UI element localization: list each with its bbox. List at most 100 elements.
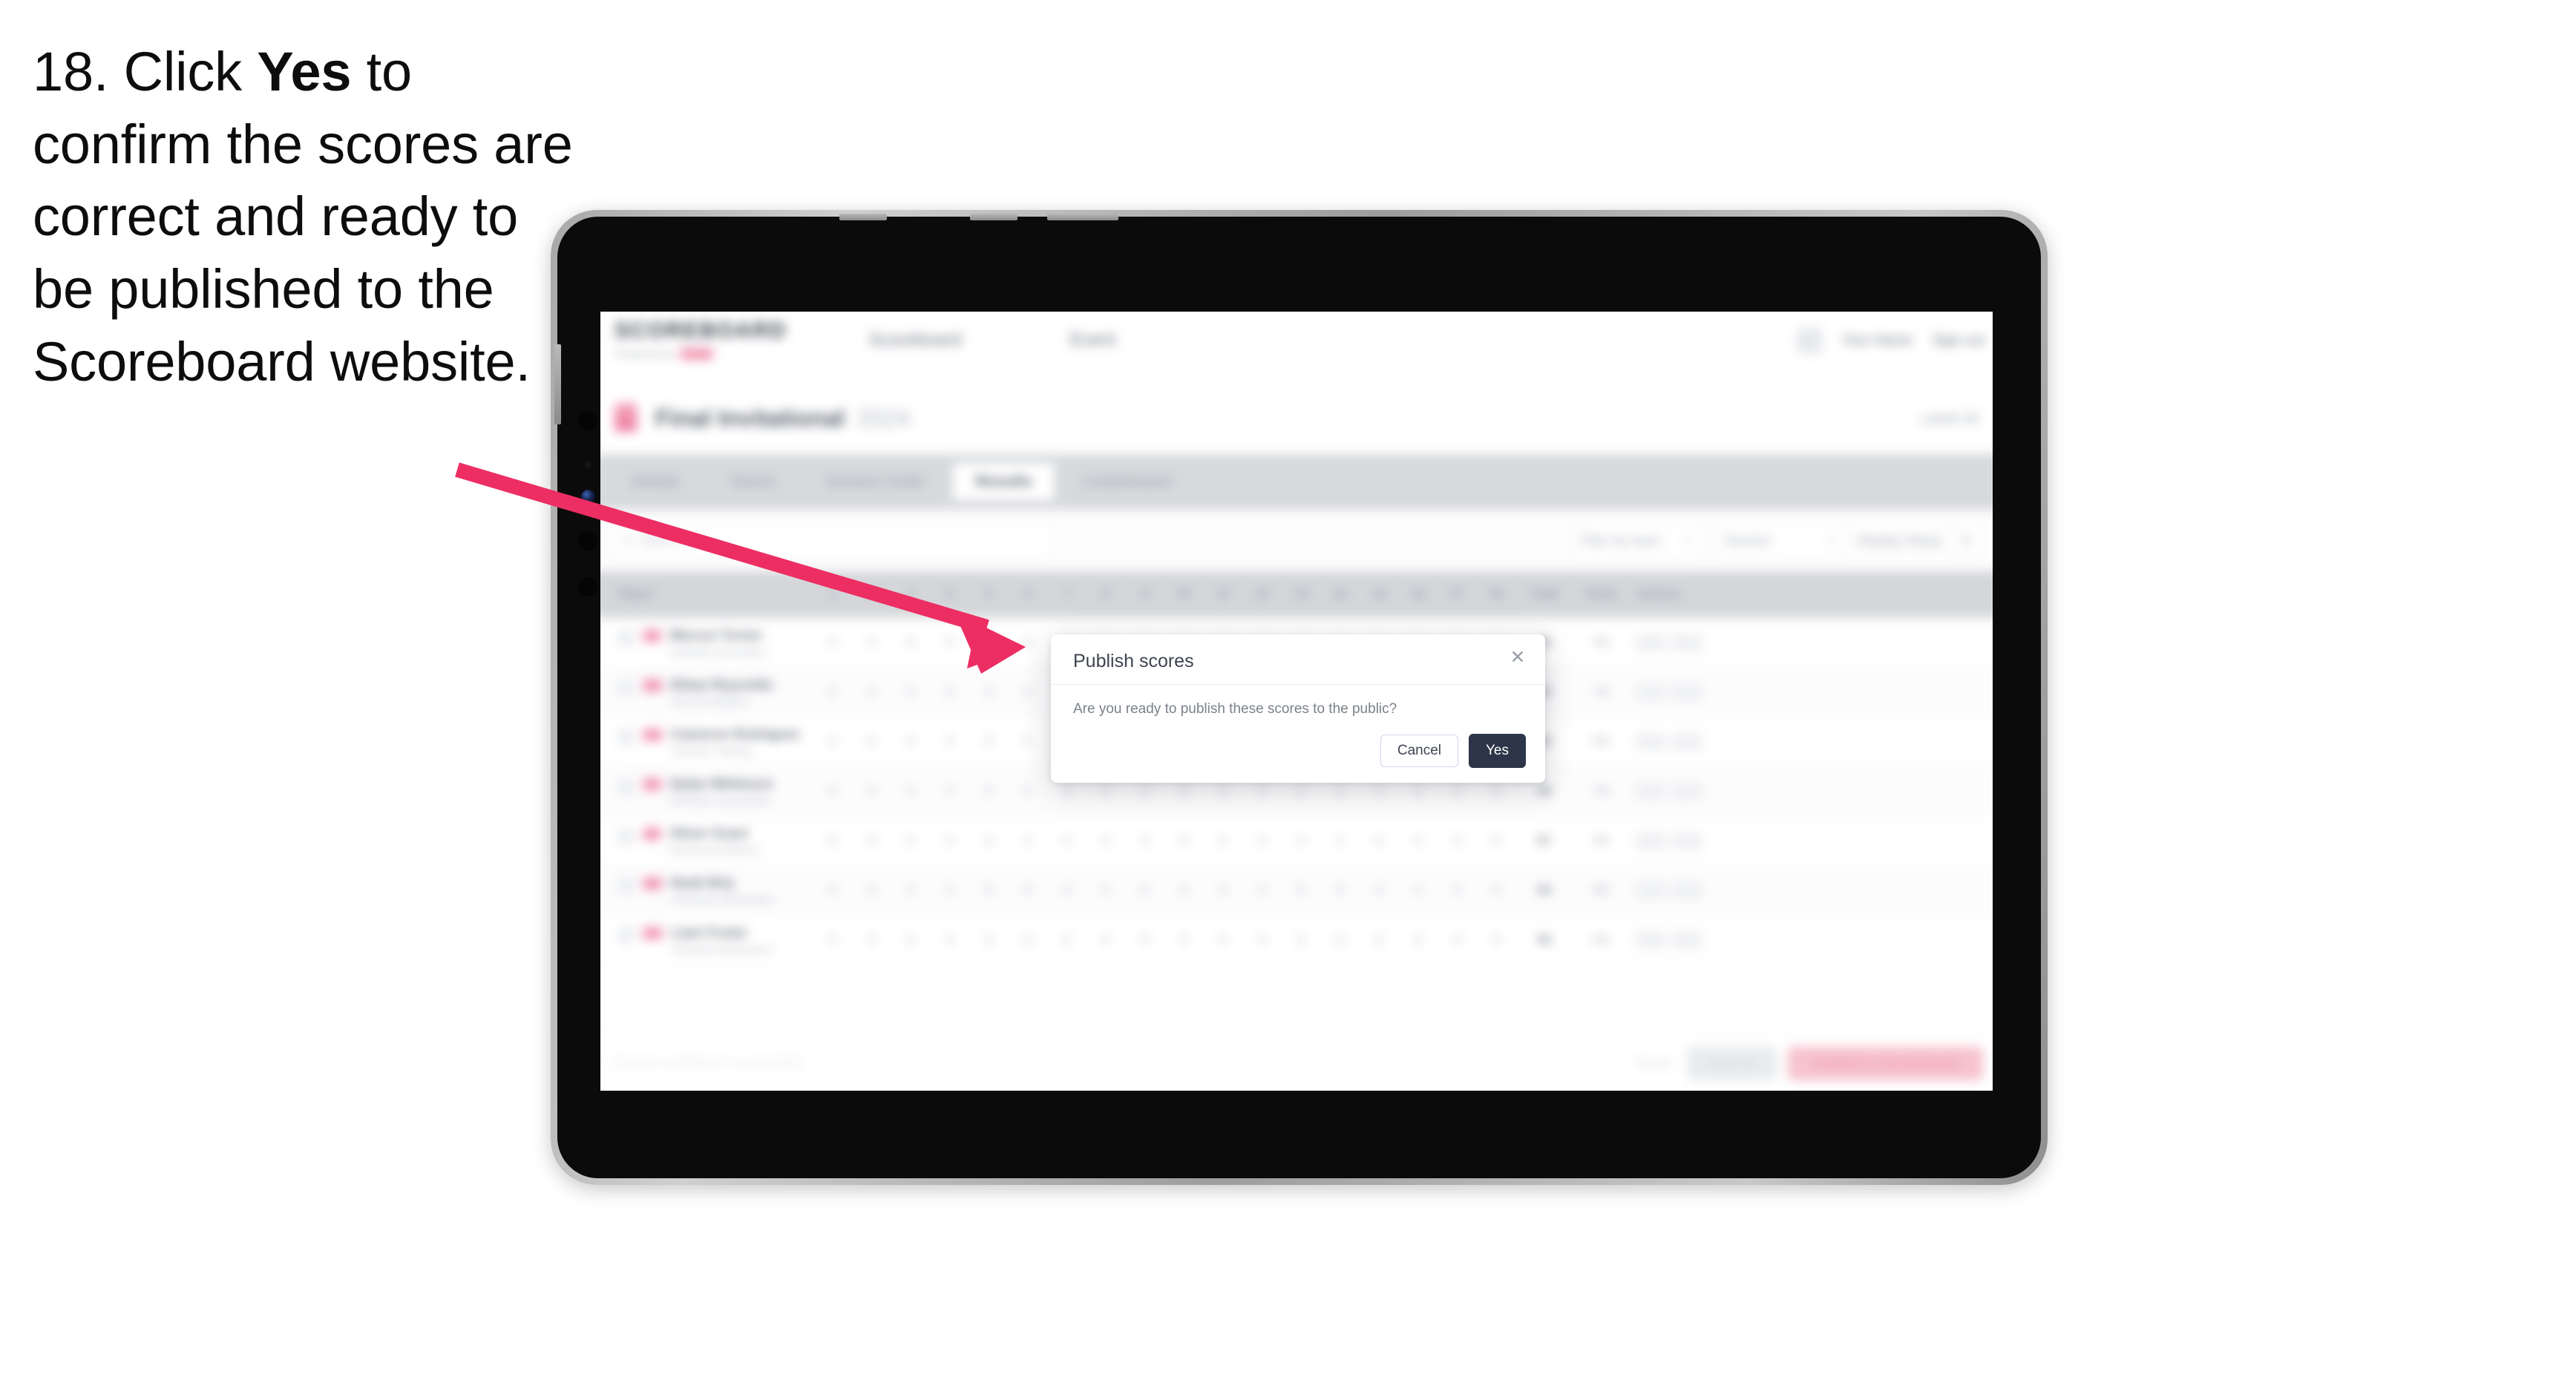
score-cell[interactable]: 9 [1008, 932, 1047, 947]
actions-cell[interactable] [1630, 633, 1708, 651]
score-cell[interactable]: 9 [1087, 882, 1126, 897]
score-cell[interactable]: 9 [813, 784, 852, 798]
score-cell[interactable]: 8 [1320, 932, 1360, 947]
score-cell[interactable]: 9 [1399, 882, 1438, 897]
score-cell[interactable]: 9 [891, 882, 931, 897]
score-cell[interactable]: 9 [969, 882, 1009, 897]
score-cell[interactable]: 9 [1125, 932, 1164, 947]
score-cell[interactable]: 8 [813, 684, 852, 699]
tab-results[interactable]: Results [952, 463, 1055, 501]
score-cell[interactable]: 9 [1438, 833, 1477, 848]
score-cell[interactable]: 9 [1399, 932, 1438, 947]
score-cell[interactable]: 9 [1282, 932, 1321, 947]
score-cell[interactable]: 9 [1438, 784, 1477, 798]
score-cell[interactable]: 9 [1242, 784, 1282, 798]
score-cell[interactable]: 8 [969, 734, 1009, 749]
score-cell[interactable]: 8 [1125, 882, 1164, 897]
score-cell[interactable]: 9 [852, 634, 891, 649]
filter-team-select[interactable]: Filter by team ▼ [1569, 523, 1703, 558]
score-cell[interactable]: 9 [891, 684, 931, 699]
score-cell[interactable]: 8 [1164, 932, 1204, 947]
score-cell[interactable]: 9 [1204, 784, 1243, 798]
score-cell[interactable]: 9 [1008, 734, 1047, 749]
score-cell[interactable]: 8 [852, 734, 891, 749]
score-cell[interactable]: 8 [1438, 882, 1477, 897]
score-cell[interactable]: 9 [1204, 833, 1243, 848]
score-cell[interactable]: 9 [852, 833, 891, 848]
score-cell[interactable]: 9 [969, 634, 1009, 649]
actions-cell[interactable] [1630, 930, 1708, 949]
row-checkbox[interactable] [617, 729, 635, 746]
tab-leaderboard[interactable]: Leaderboard [1059, 463, 1193, 501]
actions-cell[interactable] [1630, 683, 1708, 701]
edit-icon[interactable] [1635, 930, 1667, 949]
score-cell[interactable]: 9 [969, 684, 1009, 699]
score-cell[interactable]: 8 [930, 684, 969, 699]
close-icon[interactable]: ✕ [1507, 646, 1529, 669]
score-cell[interactable]: 8 [891, 634, 931, 649]
actions-cell[interactable] [1630, 881, 1708, 899]
score-cell[interactable]: 9 [1477, 882, 1516, 897]
more-icon[interactable] [1671, 831, 1703, 850]
score-cell[interactable]: 9 [1360, 882, 1399, 897]
actions-cell[interactable] [1630, 732, 1708, 751]
more-icon[interactable] [1671, 732, 1703, 751]
score-cell[interactable]: 9 [930, 784, 969, 798]
score-cell[interactable]: 8 [1399, 784, 1438, 798]
score-cell[interactable]: 9 [813, 634, 852, 649]
more-icon[interactable] [1671, 781, 1703, 801]
score-cell[interactable]: 9 [1008, 833, 1047, 848]
score-cell[interactable]: 9 [813, 734, 852, 749]
score-cell[interactable]: 8 [852, 882, 891, 897]
score-cell[interactable]: 8 [1282, 882, 1321, 897]
score-cell[interactable]: 9 [1320, 784, 1360, 798]
display-setup-link[interactable]: Display Setup [1858, 533, 1941, 548]
score-cell[interactable]: 9 [1008, 684, 1047, 699]
score-cell[interactable]: 9 [1087, 932, 1126, 947]
score-cell[interactable]: 9 [891, 833, 931, 848]
score-cell[interactable]: 9 [813, 932, 852, 947]
publish-to-scoreboard-button[interactable]: Publish to Scoreboard [1787, 1046, 1983, 1080]
more-icon[interactable] [1671, 683, 1703, 701]
score-cell[interactable]: 9 [852, 784, 891, 798]
row-checkbox[interactable] [617, 827, 635, 845]
score-cell[interactable]: 9 [969, 784, 1009, 798]
actions-cell[interactable] [1630, 831, 1708, 850]
score-cell[interactable]: 8 [1047, 932, 1087, 947]
score-cell[interactable]: 8 [1008, 634, 1047, 649]
edit-icon[interactable] [1635, 683, 1667, 701]
score-cell[interactable]: 8 [813, 833, 852, 848]
score-cell[interactable]: 9 [891, 734, 931, 749]
score-cell[interactable]: 9 [1047, 882, 1087, 897]
score-cell[interactable]: 8 [1164, 784, 1204, 798]
score-cell[interactable]: 8 [1008, 784, 1047, 798]
score-cell[interactable]: 9 [930, 932, 969, 947]
score-cell[interactable]: 9 [1360, 932, 1399, 947]
score-cell[interactable]: 9 [930, 833, 969, 848]
row-checkbox[interactable] [617, 927, 635, 944]
score-cell[interactable]: 9 [1164, 882, 1204, 897]
tab-session-order[interactable]: Session Order [802, 463, 948, 501]
tab-details[interactable]: Details [609, 463, 702, 501]
score-cell[interactable]: 8 [1008, 882, 1047, 897]
score-cell[interactable]: 8 [1360, 833, 1399, 848]
actions-cell[interactable] [1630, 781, 1708, 801]
tab-teams[interactable]: Teams [707, 463, 798, 501]
score-cell[interactable]: 9 [1087, 784, 1126, 798]
brand-logo[interactable]: SCOREBOARD Powered by ncaa [614, 319, 787, 361]
yes-button[interactable]: Yes [1469, 734, 1526, 768]
score-cell[interactable]: 9 [1438, 932, 1477, 947]
save-all-button[interactable]: Save all [1687, 1046, 1777, 1080]
user-name[interactable]: Your Name [1842, 332, 1913, 349]
score-cell[interactable]: 8 [969, 833, 1009, 848]
search-input[interactable]: ⚲ Search [610, 523, 1054, 558]
filter-session-select[interactable]: Session ▼ [1713, 523, 1847, 558]
score-cell[interactable]: 9 [852, 684, 891, 699]
score-cell[interactable]: 9 [930, 882, 969, 897]
score-cell[interactable]: 8 [1282, 784, 1321, 798]
score-cell[interactable]: 9 [930, 634, 969, 649]
row-checkbox[interactable] [617, 679, 635, 696]
footer-reset-link[interactable]: Reset [1636, 1055, 1672, 1071]
table-row[interactable]: JR Oliver Grant Riverbend Athletics 8999… [600, 816, 1993, 866]
nav-item-scoreboard[interactable]: Scoreboard [868, 329, 962, 350]
